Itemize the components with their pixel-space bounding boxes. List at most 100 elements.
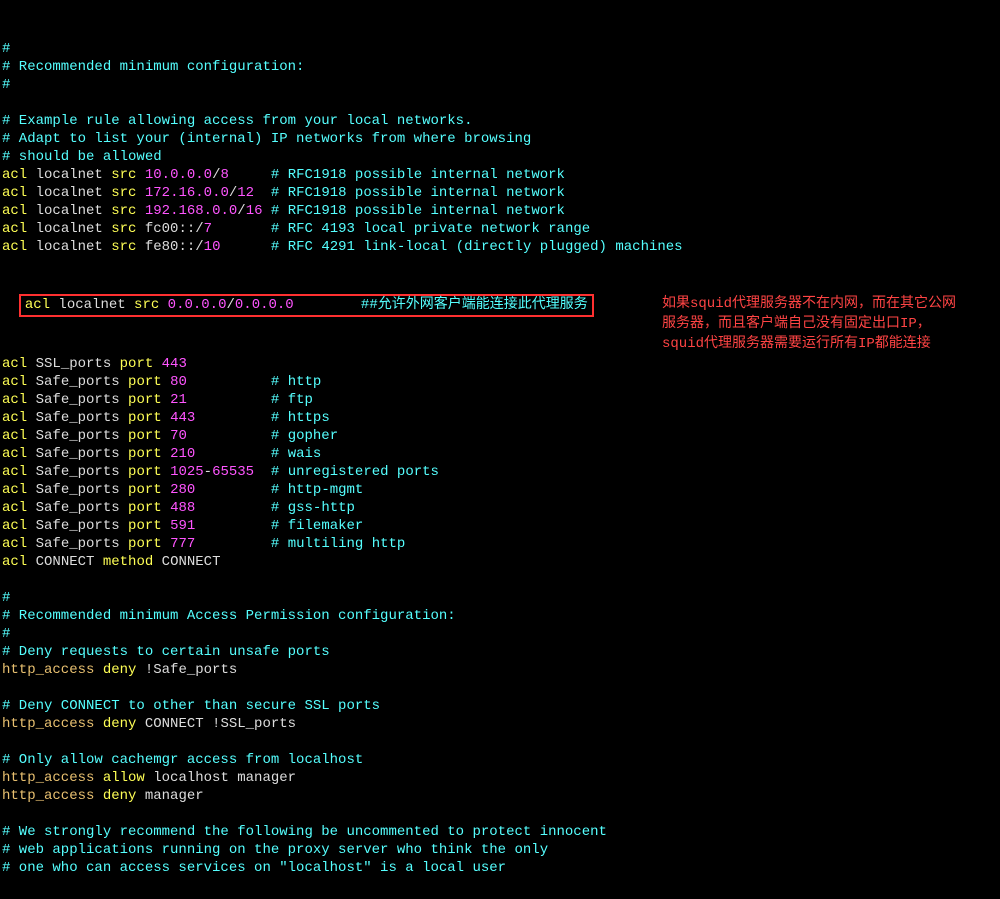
- token: Safe_ports: [27, 500, 128, 516]
- token: SSL_ports: [27, 356, 119, 372]
- annotation-line-1: 如果squid代理服务器不在内网，而在其它公网: [662, 294, 956, 314]
- token: localnet: [27, 221, 111, 237]
- token: [254, 464, 271, 480]
- config-line: #: [2, 76, 998, 94]
- config-line: acl Safe_ports port 488 # gss-http: [2, 499, 998, 517]
- token: [229, 167, 271, 183]
- config-line: acl Safe_ports port 777 # multiling http: [2, 535, 998, 553]
- token: Safe_ports: [27, 392, 128, 408]
- token: acl: [2, 464, 27, 480]
- token: # RFC 4193 local private network range: [271, 221, 590, 237]
- config-line: acl CONNECT method CONNECT: [2, 553, 998, 571]
- token: manager: [136, 788, 203, 804]
- token: CONNECT: [153, 554, 220, 570]
- token: # Recommended minimum configuration:: [2, 59, 304, 75]
- token: port: [128, 536, 162, 552]
- token: acl: [2, 356, 27, 372]
- token: http_access: [2, 716, 94, 732]
- config-line: acl Safe_ports port 443 # https: [2, 409, 998, 427]
- token: deny: [103, 716, 137, 732]
- token: 65535: [212, 464, 254, 480]
- token: [94, 770, 102, 786]
- config-line: acl Safe_ports port 280 # http-mgmt: [2, 481, 998, 499]
- token: acl: [2, 428, 27, 444]
- token: src: [111, 221, 136, 237]
- token: port: [128, 374, 162, 390]
- config-line: # Deny requests to certain unsafe ports: [2, 643, 998, 661]
- token: CONNECT: [27, 554, 103, 570]
- token: # http-mgmt: [271, 482, 363, 498]
- token: # Deny CONNECT to other than secure SSL …: [2, 698, 380, 714]
- token: src: [111, 167, 136, 183]
- config-line: acl SSL_ports port 443: [2, 355, 998, 373]
- config-line: http_access allow localhost manager: [2, 769, 998, 787]
- token: [162, 374, 170, 390]
- token: # should be allowed: [2, 149, 162, 165]
- token: [187, 374, 271, 390]
- token: #: [2, 626, 10, 642]
- token: [212, 221, 271, 237]
- config-lines-block-a: # # Recommended minimum configuration: # #…: [2, 40, 998, 274]
- token: # RFC1918 possible internal network: [271, 167, 565, 183]
- token: 0.0.0.0: [168, 297, 227, 313]
- token: # web applications running on the proxy …: [2, 842, 548, 858]
- token: acl: [2, 221, 27, 237]
- token: #: [2, 41, 10, 57]
- token: http_access: [2, 662, 94, 678]
- config-line: [2, 679, 998, 697]
- token: [162, 482, 170, 498]
- token: 210: [170, 446, 195, 462]
- config-line: acl Safe_ports port 80 # http: [2, 373, 998, 391]
- token: src: [111, 203, 136, 219]
- token: [162, 410, 170, 426]
- token: allow: [103, 770, 145, 786]
- token: -: [204, 464, 212, 480]
- token: 10: [204, 239, 221, 255]
- token: [162, 464, 170, 480]
- token: localhost manager: [145, 770, 296, 786]
- token: port: [128, 482, 162, 498]
- token: localnet: [27, 203, 111, 219]
- token: [136, 203, 144, 219]
- token: [294, 297, 361, 313]
- token: #: [2, 77, 10, 93]
- token: 172.16.0.0: [145, 185, 229, 201]
- token: [94, 716, 102, 732]
- token: acl: [2, 239, 27, 255]
- token: 488: [170, 500, 195, 516]
- token: 10.0.0.0: [145, 167, 212, 183]
- config-line: acl Safe_ports port 210 # wais: [2, 445, 998, 463]
- config-line: acl localnet src fe80::/10 # RFC 4291 li…: [2, 238, 998, 256]
- config-line: acl Safe_ports port 70 # gopher: [2, 427, 998, 445]
- token: 443: [170, 410, 195, 426]
- token: src: [134, 297, 159, 313]
- token: localnet: [27, 185, 111, 201]
- token: Safe_ports: [27, 428, 128, 444]
- token: /: [226, 297, 234, 313]
- token: 192.168.0.0: [145, 203, 237, 219]
- config-line: [2, 805, 998, 823]
- token: port: [128, 392, 162, 408]
- token: acl: [2, 446, 27, 462]
- config-line: # Adapt to list your (internal) IP netwo…: [2, 130, 998, 148]
- config-line: acl Safe_ports port 591 # filemaker: [2, 517, 998, 535]
- annotation-line-2: 服务器，而且客户端自己没有固定出口IP，: [662, 314, 956, 334]
- config-line: http_access deny !Safe_ports: [2, 661, 998, 679]
- token: port: [120, 356, 154, 372]
- token: Safe_ports: [27, 482, 128, 498]
- token: src: [111, 239, 136, 255]
- token: 0.0.0.0: [235, 297, 294, 313]
- token: # gss-http: [271, 500, 355, 516]
- token: [254, 185, 271, 201]
- token: acl: [2, 185, 27, 201]
- token: [195, 410, 271, 426]
- config-line: http_access deny manager: [2, 787, 998, 805]
- token: deny: [103, 662, 137, 678]
- config-line: # Recommended minimum Access Permission …: [2, 607, 998, 625]
- token: fe80::/: [136, 239, 203, 255]
- token: deny: [103, 788, 137, 804]
- token: [94, 662, 102, 678]
- token: [94, 788, 102, 804]
- token: acl: [2, 518, 27, 534]
- config-file-editor[interactable]: # # Recommended minimum configuration: # #…: [0, 0, 1000, 899]
